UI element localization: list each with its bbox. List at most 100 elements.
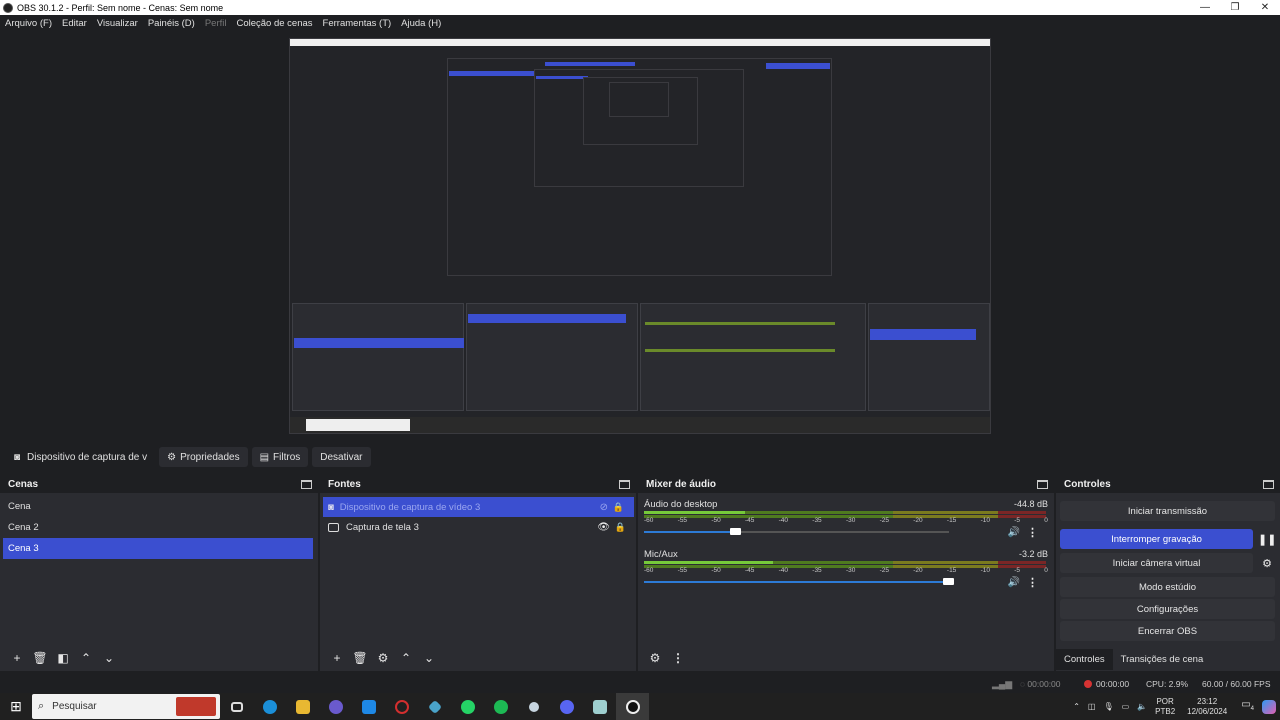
add-scene-button[interactable]: + xyxy=(6,649,28,667)
os-taskbar: ⊞ ⌕ Pesquisar ⌃ ◫ 🎙 ▭ 🔈 POR PTB2 23:12 12/… xyxy=(0,693,1280,720)
menu-docks[interactable]: Painéis (D) xyxy=(148,18,195,29)
preview-canvas[interactable] xyxy=(0,32,1280,442)
filters-button[interactable]: ▤ Filtros xyxy=(251,447,309,467)
edge-icon[interactable] xyxy=(253,693,286,720)
mixer-menu-button[interactable]: ⋮ xyxy=(667,649,689,667)
scene-filters-button[interactable]: ◧ xyxy=(52,649,74,667)
language-indicator[interactable]: POR PTB2 xyxy=(1155,697,1175,717)
dock-float-icon[interactable] xyxy=(619,479,630,489)
clock[interactable]: 23:12 12/06/2024 xyxy=(1187,697,1227,717)
opera-icon[interactable] xyxy=(385,693,418,720)
taskbar-search[interactable]: ⌕ Pesquisar xyxy=(32,694,220,719)
move-down-button[interactable]: ⌄ xyxy=(98,649,120,667)
properties-label: Propriedades xyxy=(180,451,240,463)
windows-start-icon[interactable]: ⊞ xyxy=(0,698,32,715)
lock-icon[interactable]: 🔒 xyxy=(615,522,626,533)
dock-float-icon[interactable] xyxy=(301,479,312,489)
source-toolbar-source: ◙ Dispositivo de captura de v xyxy=(6,447,155,467)
speaker-icon[interactable]: 🔊 xyxy=(1008,577,1020,588)
gear-icon[interactable]: ⚙ xyxy=(1258,557,1276,570)
start-streaming-button[interactable]: Iniciar transmissão xyxy=(1060,501,1275,521)
speaker-icon[interactable]: 🔊 xyxy=(1008,527,1020,538)
obs-taskbar-icon[interactable] xyxy=(616,693,649,720)
studio-mode-button[interactable]: Modo estúdio xyxy=(1060,577,1275,597)
menu-file[interactable]: Arquivo (F) xyxy=(5,18,52,29)
app-icon[interactable] xyxy=(583,693,616,720)
restore-button[interactable]: ❐ xyxy=(1220,0,1250,15)
volume-icon[interactable]: 🔈 xyxy=(1137,702,1147,712)
menu-tools[interactable]: Ferramentas (T) xyxy=(323,18,392,29)
level-meter-live xyxy=(644,511,745,514)
eye-hidden-icon[interactable]: ⊘ xyxy=(600,502,608,513)
meter-scale: -60 -55 -50 -45 -40 -35 -30 -25 -20 -15 -10 -5 0 xyxy=(644,517,1048,524)
volume-slider[interactable] xyxy=(644,578,954,585)
wifi-icon[interactable]: ▭ xyxy=(1122,702,1130,712)
advanced-audio-icon[interactable]: ⚙ xyxy=(644,649,666,667)
controls-tabs: Controles Transições de cena xyxy=(1056,647,1280,671)
move-up-button[interactable]: ⌃ xyxy=(75,649,97,667)
move-up-button[interactable]: ⌃ xyxy=(395,649,417,667)
chevron-up-icon[interactable]: ⌃ xyxy=(1073,702,1080,712)
menu-view[interactable]: Visualizar xyxy=(97,18,138,29)
notification-icon[interactable]: ▭4 xyxy=(1241,699,1254,714)
pause-icon[interactable]: ❚❚ xyxy=(1258,533,1276,546)
add-source-button[interactable]: + xyxy=(326,649,348,667)
stop-recording-button[interactable]: Interromper gravação xyxy=(1060,529,1253,549)
start-virtual-camera-button[interactable]: Iniciar câmera virtual xyxy=(1060,553,1253,573)
fps-counter: 60.00 / 60.00 FPS xyxy=(1202,679,1271,689)
copilot-icon[interactable] xyxy=(1262,699,1276,714)
menu-help[interactable]: Ajuda (H) xyxy=(401,18,441,29)
app-icon[interactable] xyxy=(418,693,451,720)
task-view-icon[interactable] xyxy=(220,693,253,720)
camera-icon: ◙ xyxy=(328,501,334,513)
vscode-icon[interactable] xyxy=(352,693,385,720)
steam-icon[interactable] xyxy=(517,693,550,720)
discord-icon[interactable] xyxy=(550,693,583,720)
menu-profile[interactable]: Perfil xyxy=(205,18,227,29)
whatsapp-icon[interactable] xyxy=(451,693,484,720)
network-icon[interactable]: ◫ xyxy=(1088,702,1096,712)
track-menu-button[interactable]: ⋮ xyxy=(1027,576,1038,589)
file-explorer-icon[interactable] xyxy=(286,693,319,720)
mixer-header: Mixer de áudio xyxy=(638,475,1054,493)
exit-button[interactable]: Encerrar OBS xyxy=(1060,621,1275,641)
properties-button[interactable]: ⚙ Propriedades xyxy=(159,447,248,467)
tab-scene-transitions[interactable]: Transições de cena xyxy=(1113,649,1212,670)
source-item-selected[interactable]: ◙ Dispositivo de captura de vídeo 3 ⊘ 🔒 xyxy=(323,497,634,517)
dock-float-icon[interactable] xyxy=(1263,479,1274,489)
trash-icon[interactable]: 🗑 xyxy=(29,649,51,667)
deactivate-button[interactable]: Desativar xyxy=(312,447,371,467)
sources-header: Fontes xyxy=(320,475,636,493)
scene-item[interactable]: Cena 2 xyxy=(0,517,318,538)
minimize-button[interactable]: — xyxy=(1190,0,1220,15)
window-title: OBS 30.1.2 - Perfil: Sem nome - Cenas: S… xyxy=(17,2,224,13)
close-button[interactable]: ✕ xyxy=(1250,0,1280,15)
lock-icon[interactable]: 🔒 xyxy=(613,502,624,513)
tab-controls[interactable]: Controles xyxy=(1056,648,1113,670)
level-meter xyxy=(644,561,1046,564)
eye-icon[interactable]: 👁 xyxy=(597,522,610,533)
captured-scenes-panel xyxy=(292,303,464,411)
track-menu-button[interactable]: ⋮ xyxy=(1027,526,1038,539)
microphone-icon[interactable]: 🎙 xyxy=(1103,702,1113,712)
move-down-button[interactable]: ⌄ xyxy=(418,649,440,667)
window-controls: — ❐ ✕ xyxy=(1190,0,1280,15)
dock-float-icon[interactable] xyxy=(1037,479,1048,489)
spotify-icon[interactable] xyxy=(484,693,517,720)
captured-mixer-panel xyxy=(640,303,866,411)
gear-icon[interactable]: ⚙ xyxy=(372,649,394,667)
sources-dock: Fontes ◙ Dispositivo de captura de vídeo… xyxy=(320,475,636,671)
menu-edit[interactable]: Editar xyxy=(62,18,87,29)
filter-icon: ▤ xyxy=(259,451,270,463)
app-icon[interactable] xyxy=(319,693,352,720)
scene-item[interactable]: Cena xyxy=(0,496,318,517)
settings-button[interactable]: Configurações xyxy=(1060,599,1275,619)
mixer-title: Mixer de áudio xyxy=(646,478,717,490)
menu-scene-collection[interactable]: Coleção de cenas xyxy=(236,18,312,29)
source-item[interactable]: Captura de tela 3 👁 🔒 xyxy=(320,517,636,537)
scene-item-selected[interactable]: Cena 3 xyxy=(3,538,313,559)
level-meter xyxy=(644,511,1046,514)
volume-slider[interactable] xyxy=(644,528,949,535)
meter-scale: -60 -55 -50 -45 -40 -35 -30 -25 -20 -15 -10 -5 0 xyxy=(644,567,1048,574)
trash-icon[interactable]: 🗑 xyxy=(349,649,371,667)
